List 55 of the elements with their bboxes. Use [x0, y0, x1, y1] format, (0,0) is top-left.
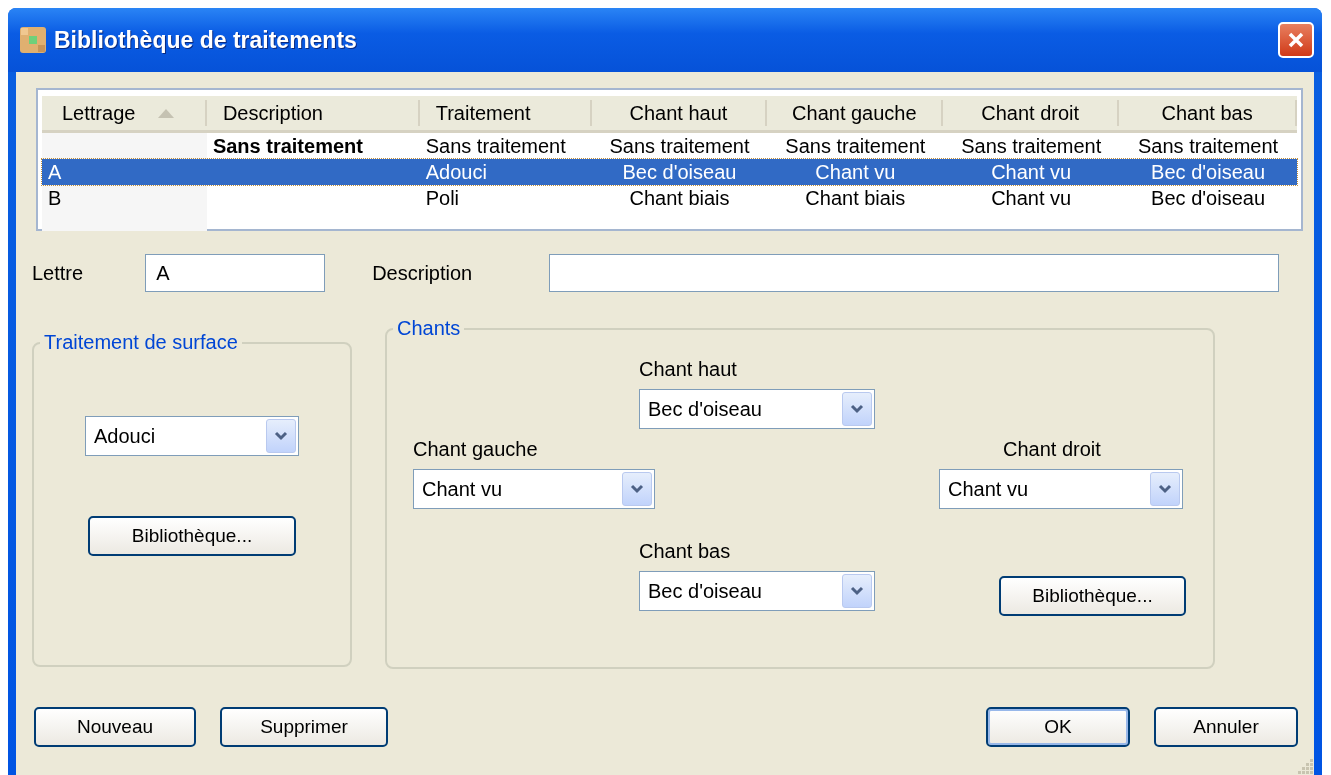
action-button[interactable]: Supprimer: [220, 707, 388, 747]
table-cell: Sans traitement: [212, 134, 363, 158]
group-title: Traitement de surface: [43, 331, 239, 354]
library-button[interactable]: Bibliothèque...: [88, 516, 296, 556]
column-header[interactable]: Lettrage: [42, 100, 207, 126]
table-cell: Bec d'oiseau: [1151, 160, 1265, 184]
close-icon: [1287, 31, 1305, 49]
table-row[interactable]: A Adouci Bec d'oiseau Chant vu Chant vu Bec d'oiseau: [42, 159, 1297, 185]
column-header[interactable]: Traitement: [419, 100, 592, 126]
table-cell: Sans traitement: [785, 134, 926, 158]
table-cell: B: [48, 186, 62, 210]
field-label: Description: [372, 261, 473, 285]
edge-dropdown[interactable]: Chant vu: [413, 469, 655, 509]
table-cell: A: [48, 160, 62, 184]
table-cell: Chant vu: [991, 160, 1072, 184]
table-cell: Chant biais: [629, 186, 730, 210]
edge-dropdown[interactable]: Bec d'oiseau: [639, 571, 875, 611]
library-button[interactable]: Bibliothèque...: [999, 576, 1186, 616]
field-label: Chant droit: [1002, 438, 1102, 461]
dialog-button[interactable]: OK: [986, 707, 1130, 747]
field-label: Chant gauche: [413, 438, 539, 461]
table-cell: Chant vu: [991, 186, 1072, 210]
table-cell: Bec d'oiseau: [1151, 186, 1265, 210]
table-cell: Chant biais: [805, 186, 906, 210]
sort-arrow-icon: [157, 108, 176, 118]
field-label: Lettre: [32, 261, 84, 285]
table-row[interactable]: B Poli Chant biais Chant biais Chant vu Bec d'oiseau: [42, 185, 1297, 211]
window-title: Bibliothèque de traitements: [54, 26, 358, 54]
table-cell: Adouci: [425, 160, 487, 184]
table-cell: Sans traitement: [425, 134, 566, 158]
table-cell: Bec d'oiseau: [622, 160, 737, 184]
close-button[interactable]: [1278, 22, 1314, 58]
column-header[interactable]: Chant bas: [1119, 100, 1297, 126]
column-header[interactable]: Chant haut: [591, 100, 768, 126]
table-cell: Chant vu: [815, 160, 896, 184]
table-cell: Sans traitement: [609, 134, 750, 158]
table-cell: Sans traitement: [1138, 134, 1279, 158]
letter-field[interactable]: A: [145, 254, 326, 292]
resize-grip-icon: [1298, 759, 1314, 775]
edge-dropdown[interactable]: Bec d'oiseau: [639, 389, 875, 429]
treatment-dropdown[interactable]: Adouci: [85, 416, 299, 456]
field-label: Chant haut: [639, 358, 738, 381]
column-header[interactable]: Chant droit: [943, 100, 1120, 126]
column-header[interactable]: Chant gauche: [767, 100, 944, 126]
group-title: Chants: [396, 317, 462, 340]
action-button[interactable]: Nouveau: [34, 707, 196, 747]
table-cell: Poli: [425, 186, 460, 210]
edge-dropdown[interactable]: Chant vu: [939, 469, 1183, 509]
description-field[interactable]: [549, 254, 1280, 292]
app-icon: [20, 27, 46, 53]
column-header[interactable]: Description: [206, 100, 420, 126]
table-cell: Sans traitement: [961, 134, 1102, 158]
field-label: Chant bas: [639, 540, 732, 563]
table-row[interactable]: Sans traitement Sans traitement Sans traitement Sans traitement Sans traitement Sans traitement: [42, 133, 1297, 159]
dialog-button[interactable]: Annuler: [1154, 707, 1298, 747]
